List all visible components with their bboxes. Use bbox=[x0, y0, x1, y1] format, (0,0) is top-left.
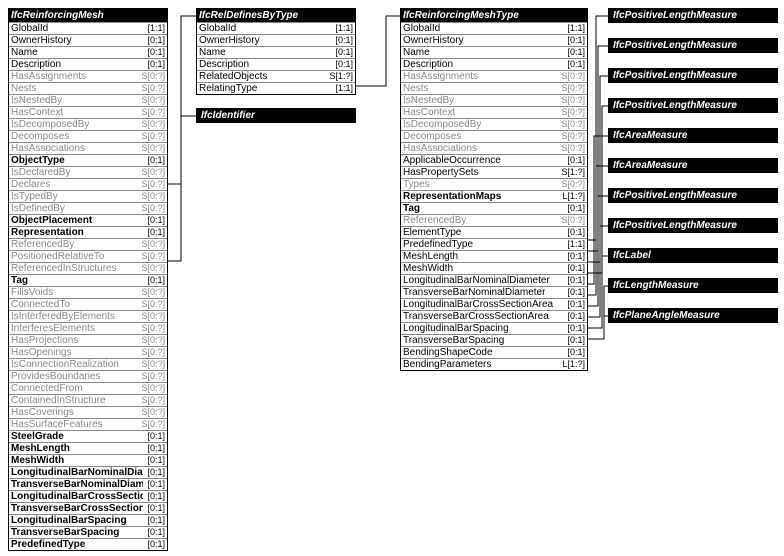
left-row-29: ProvidesBoundariesS[0:?] bbox=[9, 370, 167, 382]
left-row-12: IsDeclaredByS[0:?] bbox=[9, 166, 167, 178]
type-box-6: IfcPositiveLengthMeasure bbox=[608, 188, 778, 203]
right-row-28: BendingParametersL[1:?] bbox=[401, 358, 587, 370]
left-row-18: ReferencedByS[0:?] bbox=[9, 238, 167, 250]
left-row-22: FillsVoidsS[0:?] bbox=[9, 286, 167, 298]
left-row-9: DecomposesS[0:?] bbox=[9, 130, 167, 142]
left-row-16: ObjectPlacement[0:1] bbox=[9, 214, 167, 226]
left-row-43: PredefinedType[0:1] bbox=[9, 538, 167, 550]
left-row-17: Representation[0:1] bbox=[9, 226, 167, 238]
right-row-8: IsDecomposedByS[0:?] bbox=[401, 118, 587, 130]
type-box-2: IfcPositiveLengthMeasure bbox=[608, 68, 778, 83]
left-row-39: LongitudinalBarCrossSectionArea[0:1] bbox=[9, 490, 167, 502]
right-row-9: DecomposesS[0:?] bbox=[401, 130, 587, 142]
type-box-9: IfcLengthMeasure bbox=[608, 278, 778, 293]
left-row-31: ContainedInStructureS[0:?] bbox=[9, 394, 167, 406]
mid-row-4: RelatedObjectsS[1:?] bbox=[197, 70, 355, 82]
right-row-23: LongitudinalBarCrossSectionArea[0:1] bbox=[401, 298, 587, 310]
type-ifcidentifier: IfcIdentifier bbox=[196, 108, 356, 123]
left-row-28: IsConnectionRealizationS[0:?] bbox=[9, 358, 167, 370]
left-row-37: LongitudinalBarNominalDiameter[0:1] bbox=[9, 466, 167, 478]
type-box-4: IfcAreaMeasure bbox=[608, 128, 778, 143]
right-row-26: TransverseBarSpacing[0:1] bbox=[401, 334, 587, 346]
mid-row-2: Name[0:1] bbox=[197, 46, 355, 58]
right-row-25: LongitudinalBarSpacing[0:1] bbox=[401, 322, 587, 334]
right-row-24: TransverseBarCrossSectionArea[0:1] bbox=[401, 310, 587, 322]
right-row-16: ReferencedByS[0:?] bbox=[401, 214, 587, 226]
left-row-0: GlobalId[1:1] bbox=[9, 22, 167, 34]
right-row-2: Name[0:1] bbox=[401, 46, 587, 58]
left-row-19: PositionedRelativeToS[0:?] bbox=[9, 250, 167, 262]
left-row-2: Name[0:1] bbox=[9, 46, 167, 58]
right-title: IfcReinforcingMeshType bbox=[401, 9, 587, 22]
left-row-1: OwnerHistory[0:1] bbox=[9, 34, 167, 46]
type-box-0: IfcPositiveLengthMeasure bbox=[608, 8, 778, 23]
right-row-4: HasAssignmentsS[0:?] bbox=[401, 70, 587, 82]
right-row-6: IsNestedByS[0:?] bbox=[401, 94, 587, 106]
left-row-8: IsDecomposedByS[0:?] bbox=[9, 118, 167, 130]
right-row-10: HasAssociationsS[0:?] bbox=[401, 142, 587, 154]
left-row-34: SteelGrade[0:1] bbox=[9, 430, 167, 442]
left-row-38: TransverseBarNominalDiameter[0:1] bbox=[9, 478, 167, 490]
left-row-42: TransverseBarSpacing[0:1] bbox=[9, 526, 167, 538]
type-box-3: IfcPositiveLengthMeasure bbox=[608, 98, 778, 113]
type-box-7: IfcPositiveLengthMeasure bbox=[608, 218, 778, 233]
left-row-5: NestsS[0:?] bbox=[9, 82, 167, 94]
left-row-32: HasCoveringsS[0:?] bbox=[9, 406, 167, 418]
left-row-40: TransverseBarCrossSectionArea[0:1] bbox=[9, 502, 167, 514]
right-row-1: OwnerHistory[0:1] bbox=[401, 34, 587, 46]
left-row-26: HasProjectionsS[0:?] bbox=[9, 334, 167, 346]
mid-row-3: Description[0:1] bbox=[197, 58, 355, 70]
entity-ifcreldefinesbytype: IfcRelDefinesByTypeGlobalId[1:1]OwnerHis… bbox=[196, 8, 356, 95]
entity-ifcreinforcingmeshtype: IfcReinforcingMeshTypeGlobalId[1:1]Owner… bbox=[400, 8, 588, 371]
type-box-10: IfcPlaneAngleMeasure bbox=[608, 308, 778, 323]
left-row-36: MeshWidth[0:1] bbox=[9, 454, 167, 466]
left-row-7: HasContextS[0:?] bbox=[9, 106, 167, 118]
right-row-7: HasContextS[0:?] bbox=[401, 106, 587, 118]
mid-title: IfcRelDefinesByType bbox=[197, 9, 355, 22]
right-row-17: ElementType[0:1] bbox=[401, 226, 587, 238]
left-row-20: ReferencedInStructuresS[0:?] bbox=[9, 262, 167, 274]
entity-ifcreinforcingmesh: IfcReinforcingMeshGlobalId[1:1]OwnerHist… bbox=[8, 8, 168, 551]
right-row-21: LongitudinalBarNominalDiameter[0:1] bbox=[401, 274, 587, 286]
right-row-15: Tag[0:1] bbox=[401, 202, 587, 214]
type-box-1: IfcPositiveLengthMeasure bbox=[608, 38, 778, 53]
right-row-5: NestsS[0:?] bbox=[401, 82, 587, 94]
left-title: IfcReinforcingMesh bbox=[9, 9, 167, 22]
right-row-18: PredefinedType[1:1] bbox=[401, 238, 587, 250]
left-row-3: Description[0:1] bbox=[9, 58, 167, 70]
left-row-25: InterferesElementsS[0:?] bbox=[9, 322, 167, 334]
type-box-5: IfcAreaMeasure bbox=[608, 158, 778, 173]
right-row-27: BendingShapeCode[0:1] bbox=[401, 346, 587, 358]
left-row-33: HasSurfaceFeaturesS[0:?] bbox=[9, 418, 167, 430]
right-row-3: Description[0:1] bbox=[401, 58, 587, 70]
type-box-8: IfcLabel bbox=[608, 248, 778, 263]
mid-row-5: RelatingType[1:1] bbox=[197, 82, 355, 94]
left-row-41: LongitudinalBarSpacing[0:1] bbox=[9, 514, 167, 526]
mid-row-1: OwnerHistory[0:1] bbox=[197, 34, 355, 46]
right-row-11: ApplicableOccurrence[0:1] bbox=[401, 154, 587, 166]
right-row-19: MeshLength[0:1] bbox=[401, 250, 587, 262]
left-row-11: ObjectType[0:1] bbox=[9, 154, 167, 166]
left-row-23: ConnectedToS[0:?] bbox=[9, 298, 167, 310]
left-row-35: MeshLength[0:1] bbox=[9, 442, 167, 454]
right-row-13: TypesS[0:?] bbox=[401, 178, 587, 190]
left-row-15: IsDefinedByS[0:?] bbox=[9, 202, 167, 214]
left-row-4: HasAssignmentsS[0:?] bbox=[9, 70, 167, 82]
left-row-10: HasAssociationsS[0:?] bbox=[9, 142, 167, 154]
left-row-13: DeclaresS[0:?] bbox=[9, 178, 167, 190]
right-row-20: MeshWidth[0:1] bbox=[401, 262, 587, 274]
left-row-21: Tag[0:1] bbox=[9, 274, 167, 286]
left-row-6: IsNestedByS[0:?] bbox=[9, 94, 167, 106]
right-row-22: TransverseBarNominalDiameter[0:1] bbox=[401, 286, 587, 298]
left-row-14: IsTypedByS[0:?] bbox=[9, 190, 167, 202]
left-row-27: HasOpeningsS[0:?] bbox=[9, 346, 167, 358]
right-row-12: HasPropertySetsS[1:?] bbox=[401, 166, 587, 178]
right-row-14: RepresentationMapsL[1:?] bbox=[401, 190, 587, 202]
left-row-30: ConnectedFromS[0:?] bbox=[9, 382, 167, 394]
left-row-24: IsInterferedByElementsS[0:?] bbox=[9, 310, 167, 322]
mid-row-0: GlobalId[1:1] bbox=[197, 22, 355, 34]
right-row-0: GlobalId[1:1] bbox=[401, 22, 587, 34]
